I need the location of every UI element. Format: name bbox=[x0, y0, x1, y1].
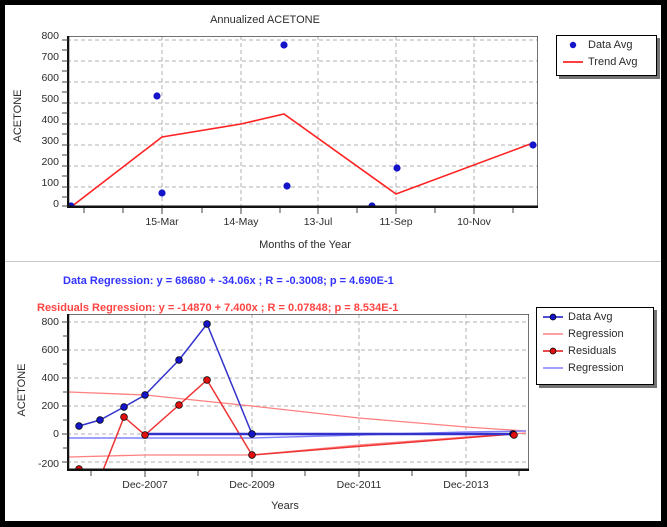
top-ytick-700: 700 bbox=[41, 51, 59, 63]
bottom-xtick-dec-2013: Dec-2013 bbox=[443, 479, 489, 491]
legend-item-residuals[interactable]: Residuals bbox=[537, 342, 653, 359]
bottom-chart-y-tickmarks bbox=[62, 321, 68, 463]
bottom-chart-x-tickmarks bbox=[90, 471, 520, 477]
bottom-chart-panel: Data Regression: y = 68680 + -34.06x ; R… bbox=[5, 262, 661, 521]
top-chart-y-axis-title: ACETONE bbox=[12, 89, 24, 143]
residuals-regression-equation: Residuals Regression: y = -14870 + 7.400… bbox=[37, 302, 399, 314]
light-blue-line-icon bbox=[541, 361, 565, 375]
top-xtick-15-mar: 15-Mar bbox=[145, 216, 179, 228]
bottom-ytick-0: 0 bbox=[53, 428, 59, 440]
legend-item-regression-data[interactable]: Regression bbox=[537, 325, 653, 342]
bottom-xtick-dec-2009: Dec-2009 bbox=[229, 479, 275, 491]
bottom-xtick-dec-2007: Dec-2007 bbox=[122, 479, 168, 491]
legend-item-regression-residuals[interactable]: Regression bbox=[537, 359, 653, 376]
top-chart-panel: Annualized ACETONE ACETONE 0 100 200 300… bbox=[5, 5, 661, 261]
top-ytick-200: 200 bbox=[41, 156, 59, 168]
top-ytick-300: 300 bbox=[41, 135, 59, 147]
top-chart-y-tickmarks bbox=[62, 39, 68, 207]
bottom-ytick-600: 600 bbox=[41, 344, 59, 356]
top-chart-plot-area bbox=[67, 36, 538, 208]
legend-label-trend-avg: Trend Avg bbox=[588, 55, 638, 68]
bottom-xtick-dec-2011: Dec-2011 bbox=[336, 479, 382, 491]
top-ytick-500: 500 bbox=[41, 93, 59, 105]
legend-label-regression-residuals: Regression bbox=[568, 361, 624, 374]
legend-item-data-avg[interactable]: Data Avg bbox=[537, 308, 653, 325]
red-line-dot-icon bbox=[541, 344, 565, 358]
blue-line-dot-icon bbox=[541, 310, 565, 324]
top-ytick-600: 600 bbox=[41, 72, 59, 84]
top-ytick-400: 400 bbox=[41, 114, 59, 126]
data-regression-equation: Data Regression: y = 68680 + -34.06x ; R… bbox=[63, 275, 394, 287]
top-chart-legend[interactable]: Data Avg Trend Avg bbox=[556, 35, 657, 76]
top-ytick-800: 800 bbox=[41, 30, 59, 42]
bottom-ytick-800: 800 bbox=[41, 316, 59, 328]
top-chart-x-axis-title: Months of the Year bbox=[259, 239, 351, 251]
top-xtick-10-nov: 10-Nov bbox=[457, 216, 491, 228]
light-red-line-icon bbox=[541, 327, 565, 341]
top-ytick-0: 0 bbox=[53, 198, 59, 210]
legend-label-regression-data: Regression bbox=[568, 327, 624, 340]
top-ytick-100: 100 bbox=[41, 177, 59, 189]
bottom-chart-legend[interactable]: Data Avg Regression Residuals Regression bbox=[536, 307, 654, 385]
bottom-ytick-neg200: -200 bbox=[37, 458, 59, 470]
bottom-ytick-200: 200 bbox=[41, 400, 59, 412]
top-chart-x-tickmarks bbox=[83, 208, 514, 214]
screenshot-root: Annualized ACETONE ACETONE 0 100 200 300… bbox=[0, 0, 667, 527]
top-xtick-13-jul: 13-Jul bbox=[303, 216, 333, 228]
top-xtick-14-may: 14-May bbox=[223, 216, 259, 228]
bottom-chart-plot-area bbox=[67, 314, 529, 471]
legend-item-trend-avg[interactable]: Trend Avg bbox=[557, 53, 656, 70]
top-chart-title: Annualized ACETONE bbox=[210, 14, 320, 26]
legend-label-residuals: Residuals bbox=[568, 344, 617, 357]
bottom-chart-x-axis-title: Years bbox=[271, 500, 299, 512]
legend-item-data-avg[interactable]: Data Avg bbox=[557, 36, 656, 53]
blue-dot-icon bbox=[561, 38, 585, 52]
top-xtick-11-sep: 11-Sep bbox=[379, 216, 413, 228]
bottom-ytick-400: 400 bbox=[41, 372, 59, 384]
legend-label-data-avg: Data Avg bbox=[588, 38, 633, 51]
red-line-icon bbox=[561, 55, 585, 69]
legend-label-data-avg: Data Avg bbox=[568, 310, 613, 323]
